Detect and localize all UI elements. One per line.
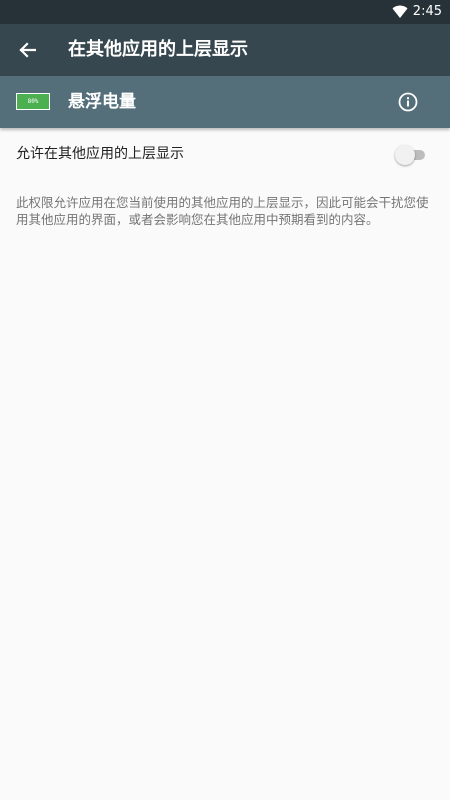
status-bar: 2:45	[0, 0, 450, 24]
app-header: 80% 悬浮电量	[0, 76, 450, 128]
overlay-permission-switch[interactable]	[395, 145, 425, 165]
app-icon: 80%	[16, 93, 50, 110]
info-icon[interactable]	[396, 90, 420, 114]
app-name: 悬浮电量	[68, 92, 136, 112]
status-time: 2:45	[412, 4, 442, 19]
switch-thumb	[395, 145, 415, 165]
back-button[interactable]	[14, 37, 40, 63]
wifi-icon	[392, 5, 408, 18]
app-bar: 在其他应用的上层显示	[0, 24, 450, 76]
arrow-back-icon	[19, 42, 36, 58]
permission-description: 此权限允许应用在您当前使用的其他应用的上层显示，因此可能会干扰您使用其他应用的界…	[16, 195, 429, 227]
setting-label: 允许在其他应用的上层显示	[16, 146, 184, 162]
page-title: 在其他应用的上层显示	[68, 39, 248, 60]
app-icon-text: 80%	[27, 97, 39, 105]
setting-row-overlay-permission[interactable]: 允许在其他应用的上层显示	[0, 128, 450, 180]
